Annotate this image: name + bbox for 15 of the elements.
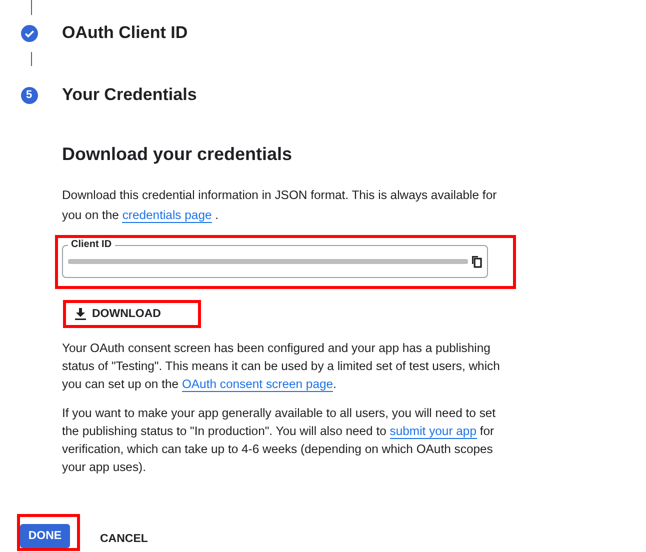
download-button[interactable]: DOWNLOAD [66, 303, 170, 325]
copy-icon[interactable] [471, 255, 482, 268]
section-heading: Download your credentials [62, 143, 294, 166]
step-number: 5 [20, 86, 38, 104]
body-text: If you want to make your app generally available to all users, you will need to set the publishing status to "In production". You will also need to submit your app for verification, which can take up to 4-6 weeks (depending on which OAuth scopes your app uses). [62, 405, 497, 476]
download-icon [75, 308, 86, 320]
step-title: Your Credentials [62, 85, 197, 105]
done-button[interactable]: DONE [20, 524, 70, 548]
text-link[interactable]: credentials page [122, 208, 212, 223]
intro-text: Download this credential information in JSON format. This is always available for you on the credentials page . [62, 187, 498, 225]
text-link[interactable]: OAuth consent screen page [182, 377, 334, 392]
text-link[interactable]: submit your app [390, 424, 476, 439]
body-text: Your OAuth consent screen has been configured and your app has a publishing status of "Testing". This means it can be used by a limited set of test users, which you can set up on the OAuth consent screen page. [62, 340, 501, 393]
cancel-button[interactable]: CANCEL [92, 527, 156, 551]
step-title: OAuth Client ID [62, 23, 188, 43]
